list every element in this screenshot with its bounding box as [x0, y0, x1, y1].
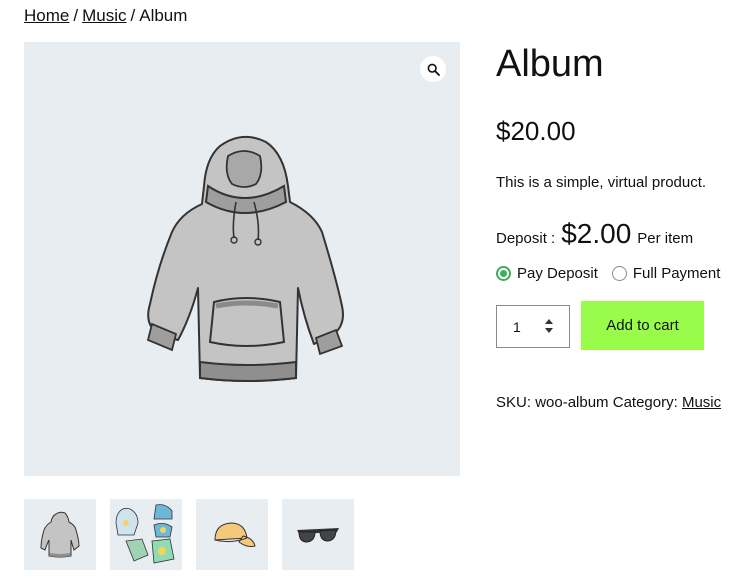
quantity-stepper[interactable] [545, 319, 553, 333]
pay-deposit-label: Pay Deposit [517, 265, 598, 282]
breadcrumb-home-link[interactable]: Home [24, 6, 69, 25]
thumbnail-hoodie[interactable] [24, 499, 96, 570]
breadcrumb-current: Album [139, 6, 188, 25]
breadcrumb-category-link[interactable]: Music [82, 6, 126, 25]
product-title: Album [496, 43, 604, 85]
sunglasses-thumbnail [297, 527, 339, 543]
thumbnail-sunglasses[interactable] [282, 499, 354, 570]
full-payment-option[interactable]: Full Payment [611, 265, 721, 282]
cap-thumbnail [214, 521, 256, 547]
breadcrumb-separator: / [73, 6, 79, 25]
quantity-input[interactable]: 1 [496, 305, 570, 348]
quantity-value: 1 [513, 318, 521, 335]
thumbnail-bundle[interactable] [110, 499, 182, 570]
product-meta: SKU: woo-album Category: Music [496, 394, 721, 411]
add-to-cart-button[interactable]: Add to cart [581, 301, 704, 350]
hoodie-image [146, 135, 344, 382]
breadcrumb-separator: / [130, 6, 136, 25]
magnifier-icon [427, 63, 440, 76]
deposit-amount: $2.00 [561, 218, 632, 249]
deposit-label: Deposit : [496, 230, 556, 247]
pay-deposit-radio[interactable] [496, 266, 511, 281]
zoom-button[interactable] [420, 56, 446, 82]
category-link[interactable]: Music [682, 394, 721, 411]
hoodie-thumbnail [40, 511, 80, 557]
breadcrumb: Home / Music / Album [24, 6, 187, 26]
stepper-up-icon[interactable] [545, 319, 553, 324]
gallery-thumbnails [24, 499, 354, 570]
sku-value: woo-album [535, 394, 609, 411]
sku-label: SKU: [496, 394, 532, 411]
hoodie-bundle-thumbnail [115, 503, 175, 563]
category-label: Category: [612, 394, 678, 411]
deposit-per-item: Per item [637, 230, 694, 247]
deposit-info: Deposit : $2.00 Per item [496, 218, 693, 250]
product-gallery-main[interactable] [24, 42, 460, 476]
thumbnail-cap[interactable] [196, 499, 268, 570]
product-price: $20.00 [496, 116, 576, 146]
full-payment-label: Full Payment [632, 265, 721, 282]
full-payment-radio[interactable] [611, 266, 627, 281]
stepper-down-icon[interactable] [545, 328, 553, 333]
deposit-options: Pay Deposit Full Payment [496, 265, 731, 282]
pay-deposit-option[interactable]: Pay Deposit [496, 265, 598, 282]
product-short-description: This is a simple, virtual product. [496, 174, 707, 191]
